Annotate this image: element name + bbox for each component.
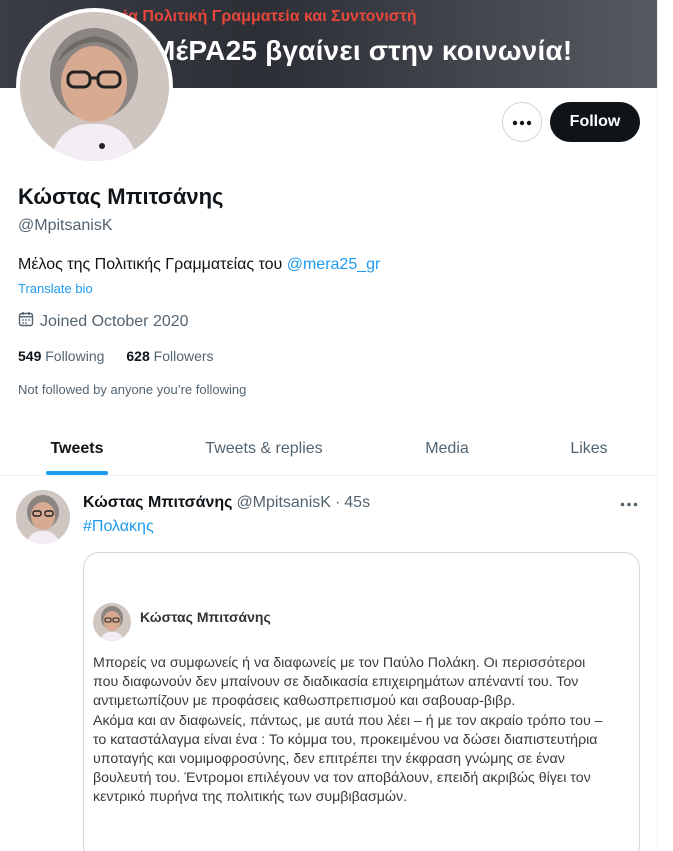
tab-tweets[interactable]: Tweets [18, 422, 136, 476]
follow-stats: 549 Following 628 Followers [18, 348, 214, 364]
tab-likes[interactable]: Likes [548, 422, 630, 476]
calendar-icon [18, 311, 34, 332]
tweet-more-button[interactable] [616, 492, 642, 514]
followers-count: 628 [126, 348, 150, 364]
joined-date: Joined October 2020 [18, 311, 189, 332]
profile-bio: Μέλος της Πολιτικής Γραμματείας του @mer… [18, 256, 380, 274]
media-text-line: βουλευτή του. Έντρομοι επιλέγουν να τον … [93, 770, 591, 787]
profile-name: Κώστας Μπιτσάνης [18, 184, 224, 209]
following-count: 549 [18, 348, 42, 364]
tweet-separator: · [334, 494, 341, 511]
bio-text: Μέλος της Πολιτικής Γραμματείας του [18, 256, 287, 273]
more-horizontal-icon [620, 494, 638, 512]
media-text-line: αντιμετωπίζουν με προφάσεις καθωσπρεπισμ… [93, 693, 516, 710]
more-horizontal-icon [512, 113, 532, 131]
avatar-photo [20, 12, 169, 161]
media-text-line: υποταγής και νομιμοφροσύνης, δεν επιτρέπ… [93, 751, 565, 768]
media-text-line: Ακόμα και αν διαφωνείς, πάντως, με αυτά … [93, 712, 603, 729]
tweet-author-name[interactable]: Κώστας Μπιτσάνης [83, 494, 232, 512]
tweet-hashtag[interactable]: #Πολακης [83, 518, 154, 536]
more-options-button[interactable] [502, 102, 542, 142]
follow-button[interactable]: Follow [550, 102, 640, 142]
tweet-timestamp[interactable]: 45s [344, 494, 370, 512]
media-author-avatar [93, 603, 131, 641]
media-author-name: Κώστας Μπιτσάνης [140, 609, 271, 625]
media-text-line: Μπορείς να συμφωνείς ή να διαφωνείς με τ… [93, 655, 586, 671]
translate-bio-link[interactable]: Translate bio [18, 281, 93, 296]
media-text-block: Μπορείς να συμφωνείς ή να διαφωνείς με τ… [93, 654, 633, 808]
followers-link[interactable]: 628 Followers [126, 348, 213, 364]
profile-handle: @MpitsanisK [18, 217, 113, 234]
joined-text: Joined October 2020 [40, 312, 189, 330]
tweet-header: Κώστας Μπιτσάνης @MpitsanisK · 45s [83, 494, 370, 512]
banner-text-main: ΜέΡΑ25 βγαίνει στην κοινωνία! [152, 35, 573, 66]
following-link[interactable]: 549 Following [18, 348, 104, 364]
not-followed-notice: Not followed by anyone you’re following [18, 382, 247, 397]
active-tab-indicator [46, 471, 108, 475]
bio-mention-link[interactable]: @mera25_gr [287, 256, 381, 273]
profile-avatar[interactable] [16, 8, 173, 165]
media-text-line: κεντρικό πυρήνα της πολιτικής των συμβιβ… [93, 789, 408, 806]
tab-media[interactable]: Media [400, 422, 494, 476]
banner-text-top: νέα Πολιτική Γραμματεία και Συντονιστή [112, 8, 417, 25]
tab-tweets-replies[interactable]: Tweets & replies [186, 422, 342, 476]
column-border [657, 0, 658, 851]
following-label: Following [45, 348, 105, 364]
profile-tabs: Tweets Tweets & replies Media Likes [0, 422, 657, 476]
tweet-author-handle[interactable]: @MpitsanisK [236, 494, 331, 512]
tweet-media-image[interactable]: Κώστας Μπιτσάνης Μπορείς να συμφωνείς ή … [83, 552, 640, 851]
tweet-author-avatar[interactable] [16, 490, 70, 544]
media-text-line: το καταστάλαγμα είναι ένα : Το κόμμα του… [93, 731, 598, 748]
media-text-line: που διαφωνούν δεν μπαίνουν σε διαδικασία… [93, 674, 579, 691]
followers-label: Followers [153, 348, 214, 364]
